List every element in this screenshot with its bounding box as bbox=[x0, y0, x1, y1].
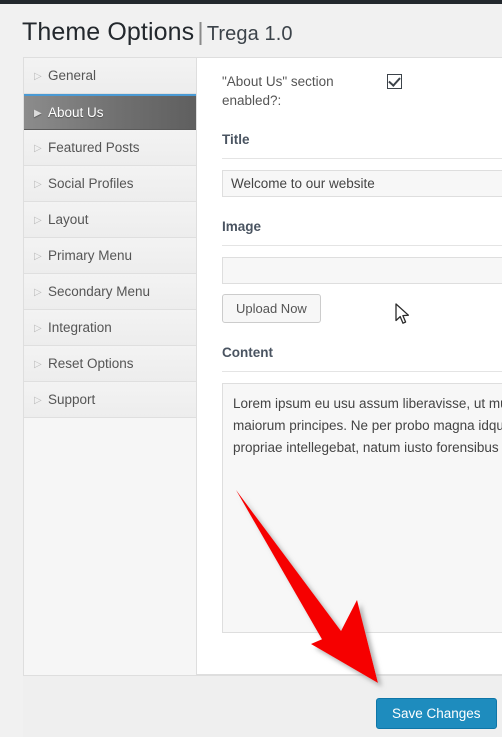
mouse-cursor bbox=[395, 303, 410, 324]
sidebar-item-label: Primary Menu bbox=[48, 248, 133, 263]
sidebar-item-general[interactable]: ▷ General bbox=[24, 58, 196, 94]
sidebar-item-support[interactable]: ▷ Support bbox=[24, 382, 196, 418]
chevron-right-icon: ▷ bbox=[34, 143, 42, 154]
chevron-right-icon: ▷ bbox=[34, 179, 42, 190]
sidebar-item-label: Social Profiles bbox=[48, 176, 134, 191]
title-field-label: Title bbox=[222, 132, 250, 147]
theme-version-label: Trega 1.0 bbox=[206, 23, 293, 45]
sidebar-item-about-us[interactable]: ▶ About Us bbox=[24, 94, 196, 130]
sidebar-item-featured-posts[interactable]: ▷ Featured Posts bbox=[24, 130, 196, 166]
sidebar-item-layout[interactable]: ▷ Layout bbox=[24, 202, 196, 238]
page-title: Theme Options | Trega 1.0 bbox=[22, 18, 293, 47]
content-divider bbox=[222, 371, 502, 372]
sidebar-item-label: Secondary Menu bbox=[48, 284, 151, 299]
image-field-label: Image bbox=[222, 219, 262, 234]
section-enabled-checkbox[interactable] bbox=[387, 74, 402, 89]
section-enabled-label-line2: enabled?: bbox=[222, 93, 282, 108]
content-line: Lorem ipsum eu usu assum liberavisse, ut… bbox=[233, 396, 502, 411]
chevron-right-icon: ▷ bbox=[34, 251, 42, 262]
sidebar-item-social-profiles[interactable]: ▷ Social Profiles bbox=[24, 166, 196, 202]
title-divider bbox=[222, 158, 502, 159]
chevron-right-icon: ▷ bbox=[34, 215, 42, 226]
page-title-text: Theme Options bbox=[22, 18, 195, 46]
sidebar-item-primary-menu[interactable]: ▷ Primary Menu bbox=[24, 238, 196, 274]
content-field-label: Content bbox=[222, 345, 273, 360]
title-input[interactable]: Welcome to our website bbox=[222, 170, 502, 197]
section-enabled-label-line1: "About Us" section bbox=[222, 74, 334, 89]
section-enabled-row: "About Us" section enabled?: bbox=[222, 72, 502, 110]
chevron-right-icon: ▷ bbox=[34, 287, 42, 298]
content-line: propriae intellegebat, natum iusto foren… bbox=[233, 440, 502, 455]
sidebar-item-label: Layout bbox=[48, 212, 89, 227]
submit-bar: Save Changes bbox=[23, 675, 502, 737]
sidebar-item-label: General bbox=[48, 68, 97, 83]
content-textarea[interactable]: Lorem ipsum eu usu assum liberavisse, ut… bbox=[222, 383, 502, 633]
content-line: maiorum principes. Ne per probo magna id… bbox=[233, 418, 502, 433]
sidebar-item-label: Integration bbox=[48, 320, 112, 335]
sidebar-item-integration[interactable]: ▷ Integration bbox=[24, 310, 196, 346]
chevron-right-icon: ▶ bbox=[34, 108, 42, 119]
chevron-right-icon: ▷ bbox=[34, 71, 42, 82]
save-changes-button[interactable]: Save Changes bbox=[376, 698, 497, 729]
sidebar-item-label: About Us bbox=[48, 105, 104, 120]
chevron-right-icon: ▷ bbox=[34, 395, 42, 406]
chevron-right-icon: ▷ bbox=[34, 359, 42, 370]
chevron-right-icon: ▷ bbox=[34, 323, 42, 334]
sidebar-item-secondary-menu[interactable]: ▷ Secondary Menu bbox=[24, 274, 196, 310]
options-sidebar: ▷ General ▶ About Us ▷ Featured Posts ▷ Soci… bbox=[24, 58, 197, 678]
sidebar-item-reset-options[interactable]: ▷ Reset Options bbox=[24, 346, 196, 382]
page-title-separator: | bbox=[197, 18, 204, 46]
image-divider bbox=[222, 245, 502, 246]
section-enabled-label: "About Us" section enabled?: bbox=[222, 72, 362, 110]
upload-now-button[interactable]: Upload Now bbox=[222, 294, 321, 323]
admin-bar bbox=[0, 0, 502, 4]
image-input[interactable] bbox=[222, 257, 502, 284]
theme-options-panel: ▷ General ▶ About Us ▷ Featured Posts ▷ Soci… bbox=[23, 57, 502, 678]
sidebar-filler bbox=[24, 418, 196, 678]
sidebar-item-label: Reset Options bbox=[48, 356, 134, 371]
about-us-settings-pane: "About Us" section enabled?: Title Welco… bbox=[198, 58, 502, 674]
sidebar-item-label: Featured Posts bbox=[48, 140, 140, 155]
sidebar-item-label: Support bbox=[48, 392, 96, 407]
